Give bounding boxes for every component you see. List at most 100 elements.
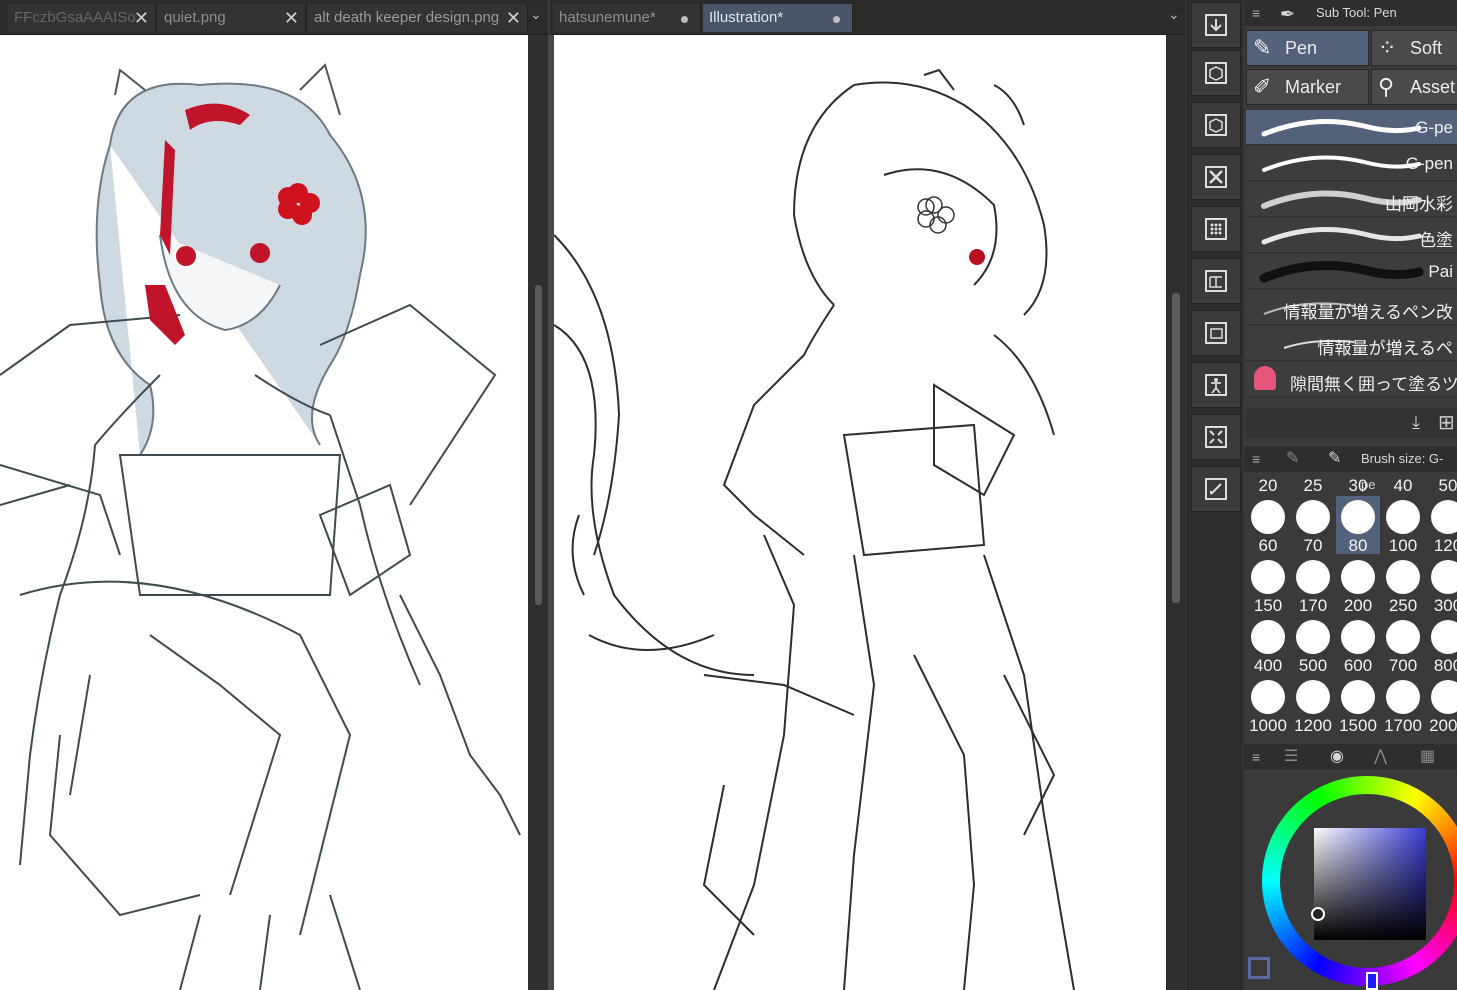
color-slider-tab-icon[interactable]: ☰ <box>1284 744 1298 770</box>
3d-box-button[interactable] <box>1191 50 1241 96</box>
brush-size-500[interactable]: 500 <box>1291 616 1335 675</box>
brush-label: 山岡水彩 <box>1385 195 1453 214</box>
tab-hatsunemune[interactable]: hatsunemune* <box>553 4 701 32</box>
import-button[interactable] <box>1191 2 1241 48</box>
download-icon[interactable]: ⤓ <box>1412 412 1420 433</box>
pose-button[interactable] <box>1191 362 1241 408</box>
menu-icon[interactable]: ≡ <box>1252 446 1260 472</box>
brush-item[interactable]: 情報量が増えるペン改 <box>1246 290 1457 325</box>
frame-button[interactable] <box>1191 258 1241 304</box>
color-wheel-tab-icon[interactable]: ◉ <box>1330 744 1344 770</box>
hue-picker-handle[interactable] <box>1366 972 1378 990</box>
tab-label: quiet.png <box>164 9 226 26</box>
subtool-title: Sub Tool: Pen <box>1316 5 1397 20</box>
3d-material-button[interactable] <box>1191 102 1241 148</box>
tab-quiet[interactable]: quiet.png ✕ <box>158 4 306 32</box>
brush-size-1000[interactable]: 1000 <box>1246 676 1290 735</box>
tab-illustration[interactable]: Illustration* <box>703 4 853 32</box>
brush-size-600[interactable]: 600 <box>1336 616 1380 675</box>
brush-size-300[interactable]: 300 <box>1426 556 1457 615</box>
brush-size-dot <box>1386 680 1420 714</box>
brush-size-400[interactable]: 400 <box>1246 616 1290 675</box>
brush-item[interactable]: 色塗 <box>1246 218 1457 253</box>
menu-icon[interactable]: ≡ <box>1252 744 1260 770</box>
brush-size-80[interactable]: 80 <box>1336 496 1380 555</box>
scroll-thumb[interactable] <box>535 285 542 605</box>
color-wheel[interactable] <box>1262 776 1457 990</box>
brush-size-30[interactable]: 30 <box>1336 474 1380 495</box>
brush-size-100[interactable]: 100 <box>1381 496 1425 555</box>
tool-property-tab-icon[interactable]: ✎ <box>1286 446 1299 472</box>
saturation-value-square[interactable] <box>1314 828 1426 940</box>
left-canvas-scrollbar[interactable] <box>528 35 548 990</box>
brush-size-dot <box>1251 560 1285 594</box>
brush-size-20[interactable]: 20 <box>1246 474 1290 495</box>
right-tab-bar: hatsunemune* Illustration* ⌄ <box>550 0 1186 35</box>
brush-size-50[interactable]: 50 <box>1426 474 1457 495</box>
brush-item[interactable]: Pai <box>1246 254 1457 289</box>
intermediate-color-tab-icon[interactable]: ⋀ <box>1374 744 1387 770</box>
reference-canvas[interactable] <box>0 35 528 990</box>
brush-size-dot <box>1296 680 1330 714</box>
tone-button[interactable] <box>1191 206 1241 252</box>
brush-label: 情報量が増えるペ <box>1317 339 1454 358</box>
edit-button[interactable] <box>1191 466 1241 512</box>
brush-size-1500[interactable]: 1500 <box>1336 676 1380 735</box>
download-icon <box>1205 14 1227 36</box>
brush-item[interactable]: 情報量が増えるペ <box>1246 326 1457 361</box>
brush-size-25[interactable]: 25 <box>1291 474 1335 495</box>
tool-soft-button[interactable]: ⁘ Soft <box>1371 30 1457 66</box>
brush-size-dot <box>1251 500 1285 534</box>
x-box-icon <box>1205 166 1227 188</box>
tool-marker-button[interactable]: ✐ Marker <box>1246 69 1369 105</box>
brush-size-120[interactable]: 120 <box>1426 496 1457 555</box>
fill-tool-icon <box>1254 366 1276 390</box>
window-button[interactable] <box>1191 310 1241 356</box>
color-set-tab-icon[interactable]: ▦ <box>1420 744 1435 770</box>
brush-size-tab-icon[interactable]: ✎ <box>1328 446 1341 472</box>
window-icon <box>1205 322 1227 344</box>
brush-item[interactable]: 山岡水彩 <box>1246 182 1457 217</box>
tool-pen-button[interactable]: ✎ Pen <box>1246 30 1369 66</box>
tool-asset-button[interactable]: ⚲ Asset <box>1371 69 1457 105</box>
brush-size-150[interactable]: 150 <box>1246 556 1290 615</box>
add-icon[interactable]: ⊞ <box>1438 410 1455 435</box>
brush-size-170[interactable]: 170 <box>1291 556 1335 615</box>
brush-size-40[interactable]: 40 <box>1381 474 1425 495</box>
illustration-canvas[interactable] <box>554 35 1166 990</box>
scroll-thumb[interactable] <box>1172 293 1180 603</box>
brush-size-60[interactable]: 60 <box>1246 496 1290 555</box>
brush-size-700[interactable]: 700 <box>1381 616 1425 675</box>
color-picker-handle[interactable] <box>1311 907 1325 921</box>
brush-item[interactable]: 隙間無く囲って塗るツー <box>1246 362 1457 397</box>
brush-size-1700[interactable]: 1700 <box>1381 676 1425 735</box>
brush-size-2000[interactable]: 2000 <box>1426 676 1457 735</box>
tab-menu-icon[interactable]: ⌄ <box>530 6 542 23</box>
main-color-swatch[interactable] <box>1248 957 1270 979</box>
brush-size-dot <box>1431 620 1457 654</box>
brush-size-800[interactable]: 800 <box>1426 616 1457 675</box>
pen-tab-icon[interactable]: ✒ <box>1280 1 1295 27</box>
close-icon[interactable]: ✕ <box>134 4 149 32</box>
brush-item[interactable]: G-pen <box>1246 146 1457 181</box>
tab-alt-death-keeper[interactable]: alt death keeper design.png ✕ <box>308 4 528 32</box>
brush-label: G-pen <box>1405 154 1453 173</box>
unsaved-dot-icon[interactable] <box>833 16 840 23</box>
brush-size-value: 200 <box>1343 596 1373 615</box>
brush-size-200[interactable]: 200 <box>1336 556 1380 615</box>
tab-menu-icon[interactable]: ⌄ <box>1168 6 1180 23</box>
marker-icon: ✐ <box>1253 74 1272 99</box>
tab-ffczbgsa[interactable]: FFczbGsaAAAISo ✕ <box>8 4 156 32</box>
right-canvas-scrollbar[interactable] <box>1166 35 1186 990</box>
clear-button[interactable] <box>1191 154 1241 200</box>
brush-item[interactable]: G-pe <box>1246 110 1457 145</box>
close-icon[interactable]: ✕ <box>284 4 299 32</box>
unsaved-dot-icon[interactable] <box>681 16 688 23</box>
brush-size-70[interactable]: 70 <box>1291 496 1335 555</box>
brush-size-1200[interactable]: 1200 <box>1291 676 1335 735</box>
airbrush-icon: ⁘ <box>1378 35 1397 60</box>
brush-size-250[interactable]: 250 <box>1381 556 1425 615</box>
menu-icon[interactable]: ≡ <box>1252 0 1260 26</box>
close-icon[interactable]: ✕ <box>506 4 521 32</box>
transform-button[interactable] <box>1191 414 1241 460</box>
